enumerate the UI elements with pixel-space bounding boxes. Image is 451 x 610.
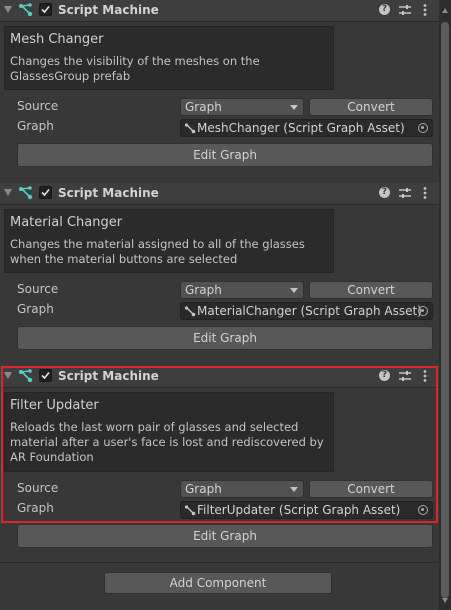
graph-label: Graph xyxy=(17,119,54,133)
presets-icon[interactable] xyxy=(398,369,412,383)
script-graph-asset-icon xyxy=(184,306,196,317)
convert-button[interactable]: Convert xyxy=(309,480,433,498)
description-box: Mesh Changer Changes the visibility of t… xyxy=(4,26,334,90)
scroll-down-arrow-icon[interactable] xyxy=(442,598,448,603)
graph-asset-name: MeshChanger (Script Graph Asset) xyxy=(197,121,405,135)
enabled-checkbox[interactable] xyxy=(39,186,52,199)
source-dropdown[interactable]: Graph xyxy=(180,480,304,498)
description-text: Changes the material assigned to all of … xyxy=(10,237,305,266)
script-graph-asset-icon xyxy=(184,505,196,516)
description-title: Material Changer xyxy=(10,215,123,230)
source-value: Graph xyxy=(185,100,222,114)
script-machine-component-filter-updater: Script Machine ? Filter Updater Reloads … xyxy=(0,366,439,562)
context-menu-icon[interactable] xyxy=(421,3,429,17)
source-label: Source xyxy=(17,99,59,113)
convert-button[interactable]: Convert xyxy=(309,98,433,116)
script-machine-component-mesh-changer: Script Machine ? Mesh Changer Changes th… xyxy=(0,0,439,183)
component-title: Script Machine xyxy=(58,3,159,17)
script-machine-component-material-changer: Script Machine ? Material Changer Change… xyxy=(0,183,439,366)
presets-icon[interactable] xyxy=(398,186,412,200)
graph-object-field[interactable]: MeshChanger (Script Graph Asset) xyxy=(180,119,433,137)
foldout-arrow-icon[interactable] xyxy=(4,6,12,13)
graph-asset-name: MaterialChanger (Script Graph Asset) xyxy=(197,304,422,318)
description-title: Mesh Changer xyxy=(10,32,104,47)
context-menu-icon[interactable] xyxy=(421,186,429,200)
foldout-arrow-icon[interactable] xyxy=(4,189,12,196)
graph-object-field[interactable]: MaterialChanger (Script Graph Asset) xyxy=(180,302,433,320)
add-component-button[interactable]: Add Component xyxy=(104,572,332,594)
divider xyxy=(0,562,439,563)
component-title: Script Machine xyxy=(58,369,159,383)
chevron-down-icon xyxy=(290,487,298,492)
source-label: Source xyxy=(17,481,59,495)
graph-label: Graph xyxy=(17,302,54,316)
graph-object-field[interactable]: FilterUpdater (Script Graph Asset) xyxy=(180,501,433,519)
graph-asset-name: FilterUpdater (Script Graph Asset) xyxy=(197,503,401,517)
enabled-checkbox[interactable] xyxy=(39,3,52,16)
script-graph-icon xyxy=(19,186,33,200)
description-box: Filter Updater Reloads the last worn pai… xyxy=(4,392,334,472)
description-box: Material Changer Changes the material as… xyxy=(4,209,334,273)
help-icon[interactable]: ? xyxy=(379,370,390,381)
component-header[interactable]: Script Machine ? xyxy=(0,0,439,22)
inspector-panel: Script Machine ? Mesh Changer Changes th… xyxy=(0,0,439,610)
source-dropdown[interactable]: Graph xyxy=(180,98,304,116)
object-picker-icon[interactable] xyxy=(418,123,428,133)
source-label: Source xyxy=(17,282,59,296)
object-picker-icon[interactable] xyxy=(418,505,428,515)
vertical-scrollbar[interactable] xyxy=(439,0,451,610)
scroll-up-arrow-icon[interactable] xyxy=(442,8,448,13)
help-icon[interactable]: ? xyxy=(379,4,390,15)
script-graph-icon xyxy=(19,369,33,383)
presets-icon[interactable] xyxy=(398,3,412,17)
description-text: Reloads the last worn pair of glasses an… xyxy=(10,420,324,464)
description-text: Changes the visibility of the meshes on … xyxy=(10,54,260,83)
enabled-checkbox[interactable] xyxy=(39,369,52,382)
edit-graph-button[interactable]: Edit Graph xyxy=(17,326,433,350)
source-value: Graph xyxy=(185,482,222,496)
description-title: Filter Updater xyxy=(10,398,99,413)
convert-button[interactable]: Convert xyxy=(309,281,433,299)
script-graph-asset-icon xyxy=(184,123,196,134)
help-icon[interactable]: ? xyxy=(379,187,390,198)
edit-graph-button[interactable]: Edit Graph xyxy=(17,143,433,167)
component-title: Script Machine xyxy=(58,186,159,200)
chevron-down-icon xyxy=(290,288,298,293)
source-value: Graph xyxy=(185,283,222,297)
source-dropdown[interactable]: Graph xyxy=(180,281,304,299)
foldout-arrow-icon[interactable] xyxy=(4,372,12,379)
context-menu-icon[interactable] xyxy=(421,369,429,383)
component-header[interactable]: Script Machine ? xyxy=(0,183,439,205)
scrollbar-thumb[interactable] xyxy=(441,22,449,598)
chevron-down-icon xyxy=(290,105,298,110)
script-graph-icon xyxy=(19,3,33,17)
graph-label: Graph xyxy=(17,501,54,515)
object-picker-icon[interactable] xyxy=(418,306,428,316)
edit-graph-button[interactable]: Edit Graph xyxy=(17,524,433,548)
component-header[interactable]: Script Machine ? xyxy=(0,366,439,388)
